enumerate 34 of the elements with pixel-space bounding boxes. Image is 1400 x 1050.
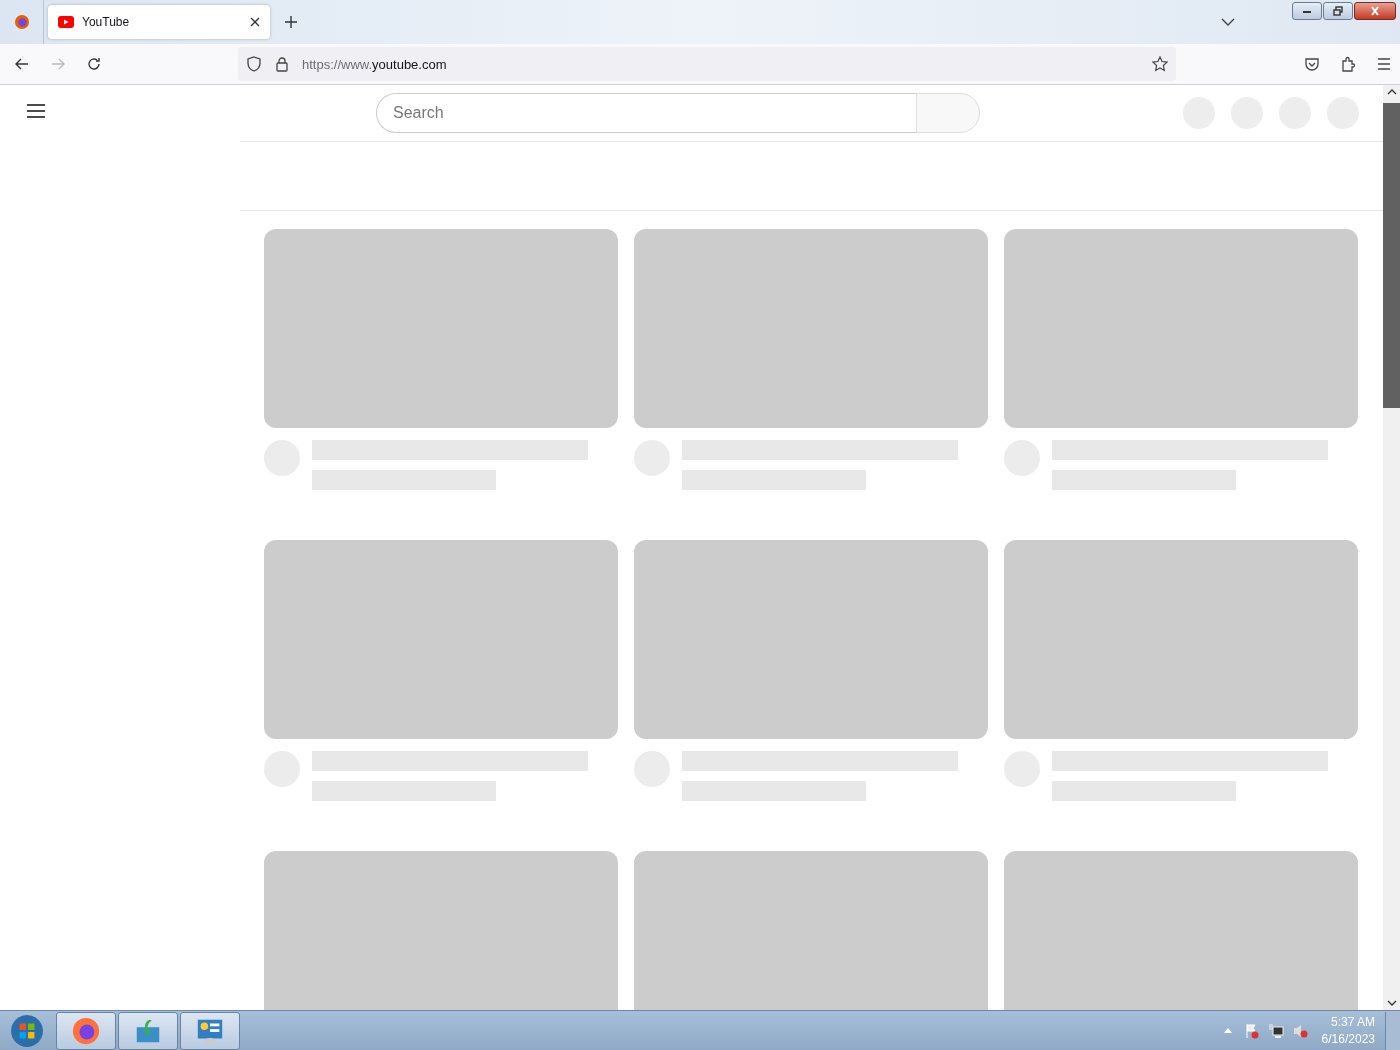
firefox-taskbar-button[interactable] bbox=[56, 1011, 116, 1050]
url-text: https://www.youtube.com bbox=[302, 56, 447, 72]
shield-icon[interactable] bbox=[246, 56, 262, 72]
browser-tab[interactable]: YouTube bbox=[48, 5, 270, 39]
network-icon[interactable] bbox=[1267, 1022, 1284, 1039]
menu-icon[interactable] bbox=[1376, 56, 1392, 72]
lock-icon[interactable] bbox=[274, 56, 290, 72]
menu-icon[interactable] bbox=[26, 103, 46, 119]
youtube-logo-icon bbox=[58, 14, 74, 30]
pocket-icon[interactable] bbox=[1304, 56, 1320, 72]
speaker-icon[interactable] bbox=[1291, 1022, 1308, 1039]
firefox-icon[interactable] bbox=[13, 14, 30, 30]
search-field[interactable]: Search bbox=[376, 93, 916, 133]
back-icon[interactable] bbox=[14, 56, 30, 72]
close-button[interactable] bbox=[1354, 2, 1396, 20]
plus-icon bbox=[284, 15, 298, 29]
chevron-down-icon[interactable] bbox=[1221, 18, 1235, 26]
minimize-button[interactable] bbox=[1292, 2, 1322, 20]
firefox-icon bbox=[71, 1015, 101, 1046]
installer-taskbar-button[interactable] bbox=[118, 1011, 178, 1050]
restore-icon bbox=[1332, 6, 1344, 16]
reload-icon[interactable] bbox=[86, 56, 102, 72]
windows-logo-icon bbox=[10, 1013, 44, 1048]
scrollbar[interactable] bbox=[1383, 85, 1400, 1010]
star-icon[interactable] bbox=[1152, 56, 1168, 72]
restore-button[interactable] bbox=[1323, 2, 1353, 20]
close-icon bbox=[1369, 6, 1381, 16]
scroll-down-icon[interactable] bbox=[1386, 1000, 1397, 1006]
control-panel-taskbar-button[interactable] bbox=[180, 1011, 240, 1050]
close-icon[interactable] bbox=[250, 17, 260, 27]
puzzle-icon[interactable] bbox=[1340, 56, 1356, 72]
flag-icon[interactable] bbox=[1243, 1022, 1260, 1039]
scroll-up-icon[interactable] bbox=[1386, 89, 1397, 95]
address-bar[interactable]: https://www.youtube.com bbox=[238, 47, 1176, 81]
